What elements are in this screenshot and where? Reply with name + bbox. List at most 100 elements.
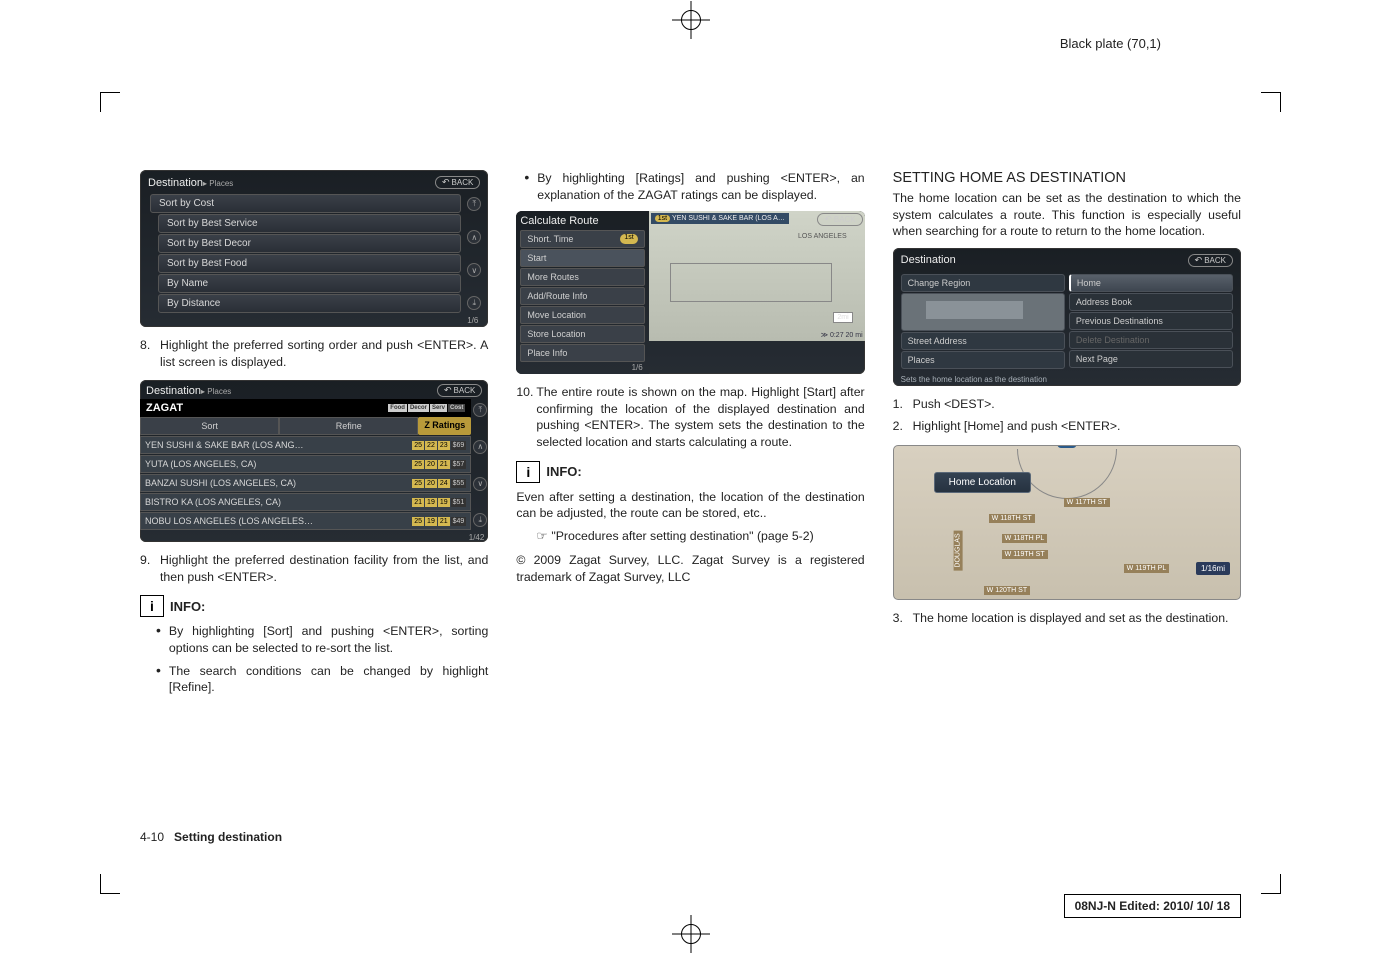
menu-item[interactable]: Sort by Best Service [158,214,461,233]
scroll-top-icon[interactable]: ⤒ [467,197,481,211]
street-label: W 119TH ST [1002,550,1048,559]
crop-mark-bl [100,874,120,894]
scroll-down-icon[interactable]: ∨ [467,263,481,277]
gps-halo: 119 [1017,449,1117,499]
register-mark-top [671,0,711,40]
column-1: Destination▸ Places BACK Sort by Cost So… [140,170,488,702]
menu-item[interactable]: By Name [158,274,461,293]
menu-item[interactable]: Change Region [901,274,1065,292]
bearing-badge: 119 [1057,445,1076,448]
step-10: 10. The entire route is shown on the map… [516,384,864,450]
menu-item[interactable]: Place Info [520,344,644,362]
scroll-up-icon[interactable]: ∧ [473,440,487,454]
street-label: W 118TH ST [989,514,1035,523]
info-icon [516,461,540,483]
menu-item-disabled: Delete Destination [1069,331,1233,349]
menu-item[interactable]: More Routes [520,268,644,286]
menu-item[interactable]: Sort by Best Food [158,254,461,273]
info-bullet: By highlighting [Ratings] and pushing <E… [524,170,864,203]
crop-mark-tl [100,92,120,112]
street-label: W 117TH ST [1064,498,1110,507]
menu-item[interactable]: Street Address [901,332,1065,350]
back-button[interactable]: BACK [817,213,862,226]
list-item[interactable]: YUTA (LOS ANGELES, CA) 252021$57 [140,455,471,473]
header-plate-label: Black plate (70,1) [1060,36,1161,51]
menu-item[interactable]: Move Location [520,306,644,324]
menu-item[interactable]: By Distance [158,294,461,313]
step-2: 2. Highlight [Home] and push <ENTER>. [893,418,1241,435]
info-bullet: The search conditions can be changed by … [156,663,488,696]
register-mark-bottom [671,914,711,954]
screenshot-sort-menu: Destination▸ Places BACK Sort by Cost So… [140,170,488,327]
intro-paragraph: The home location can be set as the dest… [893,190,1241,240]
menu-item[interactable]: Short. Time1st [520,230,644,248]
scroll-bottom-icon[interactable]: ⤓ [473,513,487,527]
info-icon [140,595,164,617]
street-label: DOUGLAS [953,530,962,570]
screenshot-destination-menu: Destination BACK Change Region Street Ad… [893,248,1241,386]
screenshot-calculate-route: Calculate Route Short. Time1st Start Mor… [516,211,864,374]
list-item[interactable]: BISTRO KA (LOS ANGELES, CA) 211919$51 [140,493,471,511]
menu-item[interactable]: Add/Route Info [520,287,644,305]
crop-mark-br [1261,874,1281,894]
street-label: W 119TH PL [1124,564,1170,573]
info-bullet: By highlighting [Sort] and pushing <ENTE… [156,623,488,656]
scroll-top-icon[interactable]: ⤒ [473,403,487,417]
destination-label: 1stYEN SUSHI & SAKE BAR (LOS A… [651,213,789,224]
list-item[interactable]: NOBU LOS ANGELES (LOS ANGELES… 251921$49 [140,512,471,530]
document-id: 08NJ-N Edited: 2010/ 10/ 18 [1064,894,1241,918]
page-content: Destination▸ Places BACK Sort by Cost So… [140,170,1241,702]
z-ratings-button[interactable]: Z Ratings [418,417,471,435]
menu-item[interactable]: Places [901,351,1065,369]
copyright: © 2009 Zagat Survey, LLC. Zagat Survey i… [516,552,864,585]
rating-column-headers: Food Decor Serv Cost [388,404,465,412]
hint-text: Sets the home location as the destinatio… [899,372,1235,384]
menu-item[interactable]: Sort by Cost [150,194,461,213]
distance-badge: 1/16mi [1196,562,1230,575]
back-button[interactable]: BACK [1188,254,1233,267]
list-item[interactable]: BANZAI SUSHI (LOS ANGELES, CA) 252024$55 [140,474,471,492]
pointer-icon [536,529,551,543]
map-scale: ≫ 0:27 20 mi [821,331,863,339]
screen-title: Destination▸ Places [146,385,231,397]
region-map[interactable] [901,293,1065,331]
screen-title: Calculate Route [520,215,598,227]
list-counter: 1/6 [520,363,644,372]
menu-item[interactable]: Previous Destinations [1069,312,1233,330]
map-city-label: LOS ANGELES [798,233,847,240]
section-heading: SETTING HOME AS DESTINATION [893,170,1241,186]
zagat-logo: ZAGAT [146,402,183,414]
menu-item-home[interactable]: Home [1069,274,1233,292]
back-button[interactable]: BACK [435,176,480,189]
scroll-up-icon[interactable]: ∧ [467,230,481,244]
menu-item[interactable]: Next Page [1069,350,1233,368]
refine-button[interactable]: Refine [279,417,418,435]
page-footer: 4-10 Setting destination [140,830,282,844]
info-callout: INFO: [516,461,864,483]
scroll-bottom-icon[interactable]: ⤓ [467,296,481,310]
screenshot-zagat-list: Destination▸ Places BACK ZAGAT Food Deco… [140,380,488,542]
map-view[interactable]: BACK 1stYEN SUSHI & SAKE BAR (LOS A… LOS… [649,211,865,341]
screenshot-home-map: 119 Home Location W 117TH ST W 118TH ST … [893,445,1241,600]
info-paragraph: Even after setting a destination, the lo… [516,489,864,522]
sort-button[interactable]: Sort [140,417,279,435]
info-callout: INFO: [140,595,488,617]
screen-title: Destination [901,254,956,266]
list-counter: 1/6 [463,314,482,325]
menu-item[interactable]: Address Book [1069,293,1233,311]
menu-item[interactable]: Store Location [520,325,644,343]
distance-bubble: 2mi [833,312,852,323]
step-8: 8. Highlight the preferred sorting order… [140,337,488,370]
home-location-label: Home Location [934,472,1031,493]
screen-title: Destination▸ Places [148,177,233,189]
street-label: W 118TH PL [1002,534,1048,543]
scroll-down-icon[interactable]: ∨ [473,477,487,491]
step-3: 3. The home location is displayed and se… [893,610,1241,627]
list-item[interactable]: YEN SUSHI & SAKE BAR (LOS ANG… 252223$69 [140,436,471,454]
street-label: W 120TH ST [984,586,1030,595]
menu-item[interactable]: Start [520,249,644,267]
column-2: By highlighting [Ratings] and pushing <E… [516,170,864,702]
menu-item[interactable]: Sort by Best Decor [158,234,461,253]
back-button[interactable]: BACK [437,384,482,397]
crossref: "Procedures after setting destination" (… [536,528,864,545]
